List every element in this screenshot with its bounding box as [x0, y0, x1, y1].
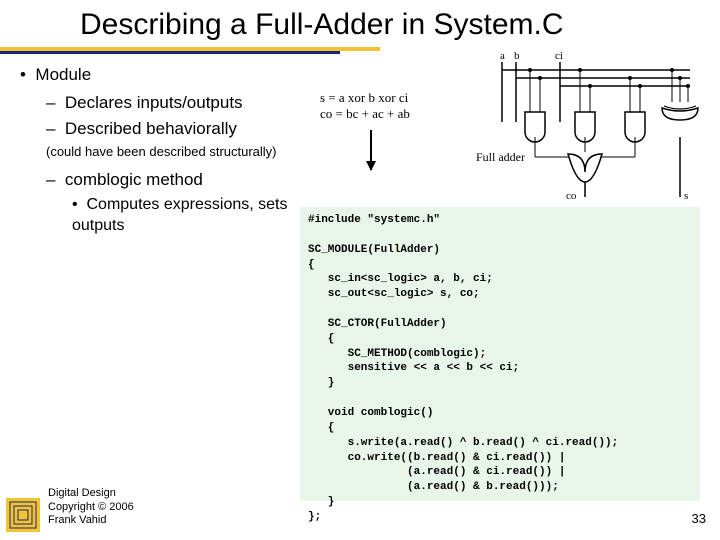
- equation-co: co = bc + ac + ab: [320, 106, 410, 122]
- bullet-declares-text: Declares inputs/outputs: [65, 93, 243, 112]
- full-adder-circuit-icon: [470, 62, 700, 207]
- slide-title: Describing a Full-Adder in System.C: [80, 8, 564, 42]
- bullet-comblogic: – comblogic method: [46, 169, 300, 191]
- bullet-computes: • Computes expressions, sets outputs: [72, 195, 300, 237]
- bullet-comblogic-text: comblogic method: [65, 170, 203, 189]
- arrow-down-icon: [370, 130, 372, 170]
- bullet-could: (could have been described structurally): [46, 144, 300, 161]
- page-number: 33: [692, 511, 706, 526]
- bullet-module: • Module: [20, 64, 300, 86]
- corner-logo-icon: [6, 498, 40, 532]
- bullet-described-text: Described behaviorally: [65, 119, 237, 138]
- input-ci-label: ci: [555, 50, 563, 62]
- bullet-declares: – Declares inputs/outputs: [46, 92, 300, 114]
- bullet-computes-text: Computes expressions, sets outputs: [72, 196, 287, 234]
- footer-line3: Frank Vahid: [48, 514, 134, 528]
- input-a-label: a: [500, 50, 505, 62]
- footer: Digital Design Copyright © 2006 Frank Va…: [48, 487, 134, 528]
- footer-line2: Copyright © 2006: [48, 501, 134, 515]
- accent-bar-blue: [0, 51, 340, 54]
- equations: s = a xor b xor ci co = bc + ac + ab: [320, 90, 410, 122]
- input-b-label: b: [514, 50, 520, 62]
- code-block: #include "systemc.h" SC_MODULE(FullAdder…: [300, 207, 700, 501]
- bullet-described: – Described behaviorally: [46, 118, 300, 140]
- equation-s: s = a xor b xor ci: [320, 90, 410, 106]
- footer-line1: Digital Design: [48, 487, 134, 501]
- bullet-module-text: Module: [35, 65, 91, 84]
- bullet-list: • Module – Declares inputs/outputs – Des…: [20, 64, 300, 237]
